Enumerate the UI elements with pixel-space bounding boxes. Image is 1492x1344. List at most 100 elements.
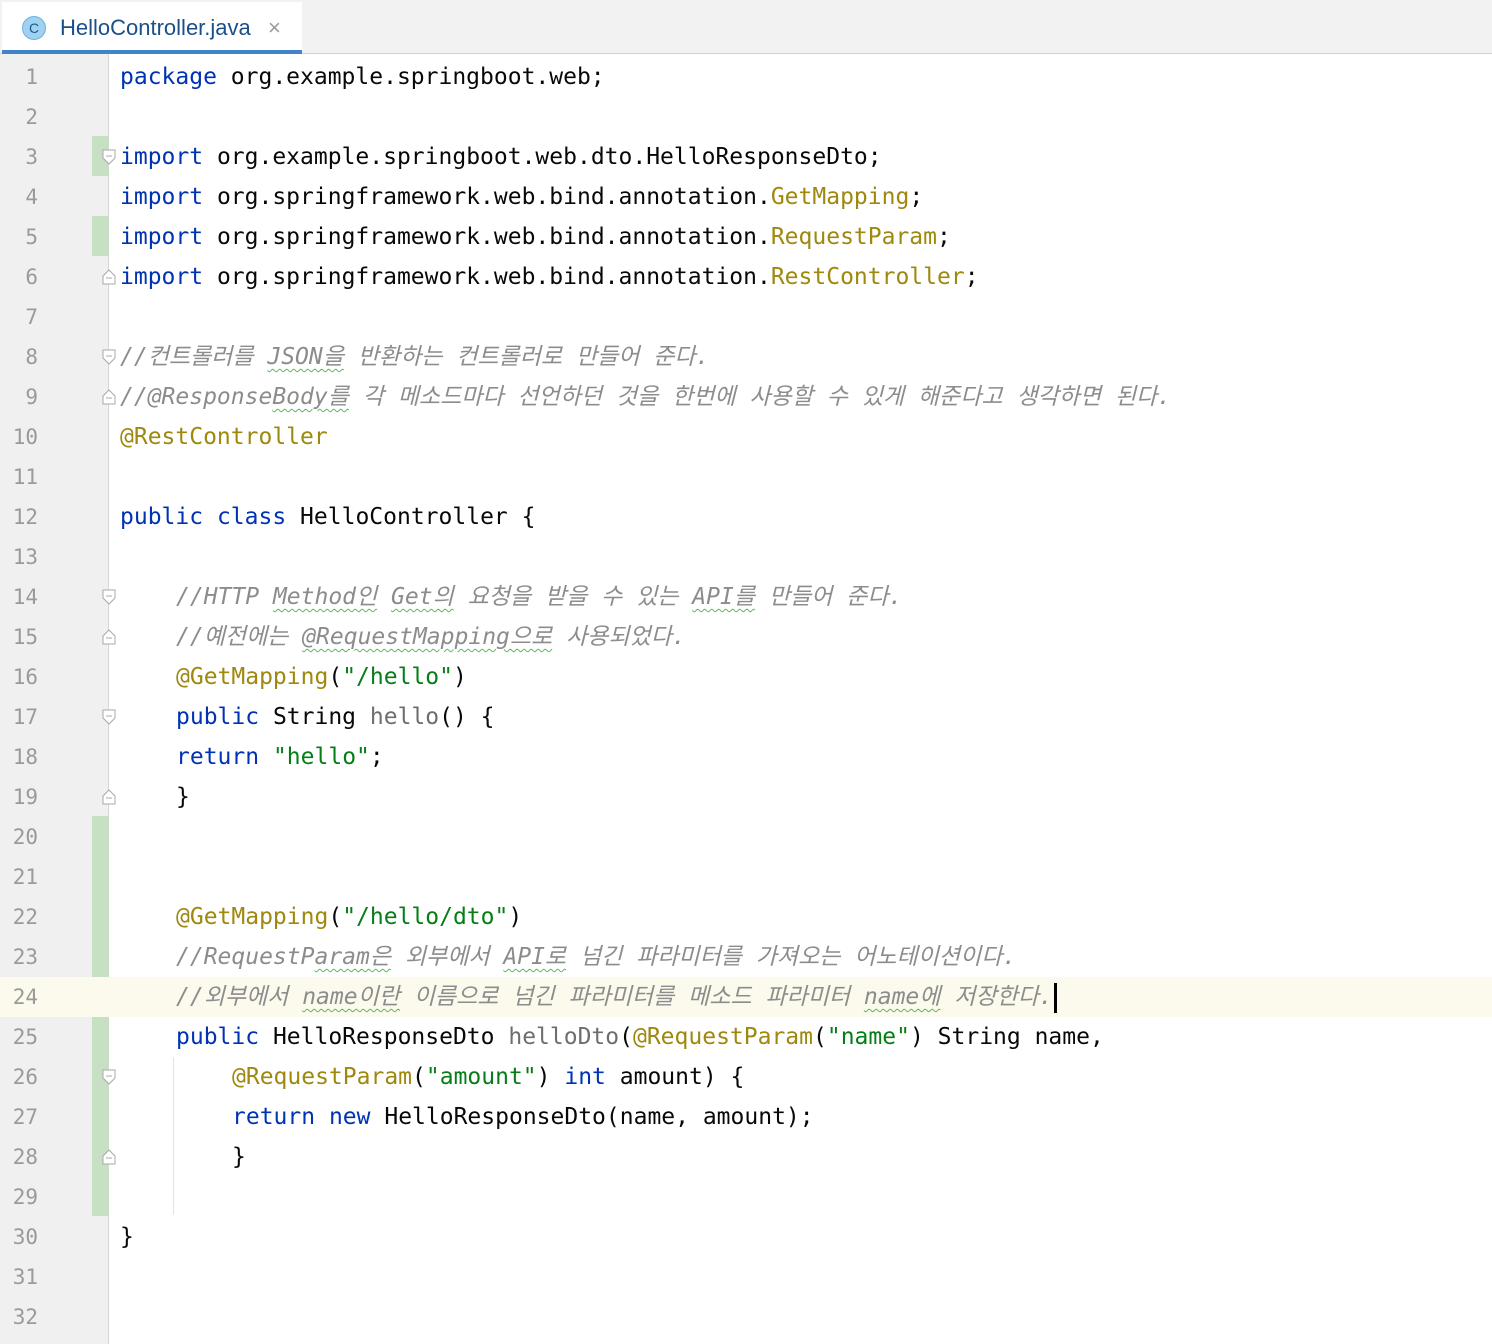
code-token: ): [452, 664, 467, 690]
code-token: }: [176, 784, 190, 810]
string-literal: "/hello": [342, 664, 453, 690]
code-line-31: 31: [0, 1257, 1492, 1297]
code-token: org.example.springboot.web.dto.HelloResp…: [203, 144, 882, 170]
comment-text: 사용되었다.: [552, 624, 686, 650]
line-number: 30: [12, 1225, 38, 1249]
string-literal: "name": [826, 1024, 910, 1050]
code-line-30: 30 }: [0, 1217, 1492, 1257]
tab-hello-controller[interactable]: C HelloController.java ×: [2, 2, 302, 54]
spellcheck-word: aram은: [314, 944, 392, 970]
code-line-20: 20: [0, 817, 1492, 857]
code-token: HelloResponseDto(name, amount);: [370, 1104, 814, 1130]
line-number: 25: [12, 1025, 38, 1049]
keyword: int: [564, 1064, 606, 1090]
comment-text: 저장한다.: [940, 984, 1053, 1010]
line-number: 24: [12, 985, 38, 1009]
code-text: import org.springframework.web.bind.anno…: [120, 177, 923, 217]
spellcheck-word: API를: [692, 584, 755, 610]
code-token: ): [536, 1064, 565, 1090]
comment-text: 반환하는 컨트롤러로 만들어 준다.: [343, 344, 710, 370]
text-caret: [1053, 982, 1057, 1013]
code-text: public HelloResponseDto helloDto(@Reques…: [176, 1017, 1104, 1057]
fold-open-icon[interactable]: [101, 349, 117, 365]
comment-text: //컨트롤러를: [120, 344, 268, 370]
comment-text: //외부에서: [176, 984, 303, 1010]
code-text: import org.example.springboot.web.dto.He…: [120, 137, 882, 177]
code-token: org.springframework.web.bind.annotation.: [203, 224, 771, 250]
line-number: 20: [12, 825, 38, 849]
code-line-29: 29: [0, 1177, 1492, 1217]
spellcheck-word: Method인: [272, 584, 378, 610]
fold-close-icon[interactable]: [101, 389, 117, 405]
code-line-24: 24 //외부에서 name이란 이름으로 넘긴 파라미터를 메소드 파라미터 …: [0, 977, 1492, 1017]
annotation-ref: RestController: [770, 264, 965, 290]
spellcheck-word: name에: [863, 984, 941, 1010]
comment: //@ResponseBody를 각 메소드마다 선언하던 것을 한번에 사용할…: [120, 377, 1171, 417]
fold-close-icon[interactable]: [101, 629, 117, 645]
string-literal: "/hello/dto": [342, 904, 509, 930]
fold-close-icon[interactable]: [101, 789, 117, 805]
annotation: @GetMapping: [176, 664, 329, 690]
code-line-15: 15 //예전에는 @RequestMapping으로 사용되었다.: [0, 617, 1492, 657]
fold-open-icon[interactable]: [101, 149, 117, 165]
keyword: public: [176, 1024, 260, 1050]
code-text: public class HelloController {: [120, 497, 535, 537]
code-text: }: [120, 1217, 134, 1257]
code-text: return new HelloResponseDto(name, amount…: [232, 1097, 814, 1137]
code-line-18: 18 return "hello";: [0, 737, 1492, 777]
fold-open-icon[interactable]: [101, 1069, 117, 1085]
annotation-ref: GetMapping: [770, 184, 910, 210]
code-line-19: 19 }: [0, 777, 1492, 817]
fold-open-icon[interactable]: [101, 709, 117, 725]
code-token: ;: [369, 744, 384, 770]
code-token: (: [619, 1024, 633, 1050]
line-number: 1: [25, 65, 38, 89]
code-text: import org.springframework.web.bind.anno…: [120, 257, 979, 297]
annotation: @RequestParam: [232, 1064, 413, 1090]
fold-close-icon[interactable]: [101, 269, 117, 285]
spellcheck-word: API로: [503, 944, 567, 970]
line-number: 17: [12, 705, 38, 729]
method-name: helloDto: [508, 1024, 620, 1050]
code-line-11: 11: [0, 457, 1492, 497]
string-literal: "hello": [272, 744, 370, 770]
line-number: 9: [25, 385, 38, 409]
tab-title: HelloController.java: [60, 15, 251, 40]
line-number: 7: [25, 305, 38, 329]
line-number: 10: [12, 425, 38, 449]
code-line-16: 16 @GetMapping("/hello"): [0, 657, 1492, 697]
code-token: amount) {: [605, 1064, 745, 1090]
comment: //RequestParam은 외부에서 API로 넘긴 파라미터를 가져오는 …: [176, 937, 1016, 977]
line-number: 11: [12, 465, 38, 489]
annotation: @RestController: [120, 424, 328, 450]
keyword: class: [216, 504, 287, 530]
spellcheck-word: Get의: [391, 584, 454, 610]
fold-close-icon[interactable]: [101, 1149, 117, 1165]
code-line-26: 26 @RequestParam("amount") int amount) {: [0, 1057, 1492, 1097]
code-token: ;: [909, 184, 924, 210]
indent-guide: [173, 1057, 174, 1215]
keyword: import: [120, 264, 204, 290]
comment-text: 넘긴 파라미터를 가져오는 어노테이션이다.: [566, 944, 1017, 970]
close-icon[interactable]: ×: [268, 15, 281, 41]
code-text: @GetMapping("/hello"): [176, 657, 467, 697]
comment-text: //RequestP: [176, 944, 315, 970]
code-token: ): [508, 904, 523, 930]
code-text: package org.example.springboot.web;: [120, 57, 605, 97]
code-line-9: 9 //@ResponseBody를 각 메소드마다 선언하던 것을 한번에 사…: [0, 377, 1492, 417]
code-line-14: 14 //HTTP Method인 Get의 요청을 받을 수 있는 API를 …: [0, 577, 1492, 617]
code-token: }: [120, 1224, 134, 1250]
comment-text: //HTTP: [176, 584, 273, 610]
comment-text: 외부에서: [391, 944, 504, 970]
code-line-7: 7: [0, 297, 1492, 337]
code-token: ;: [937, 224, 951, 250]
comment-text: //@Response: [120, 384, 273, 410]
annotation: @GetMapping: [176, 904, 329, 930]
fold-open-icon[interactable]: [101, 589, 117, 605]
code-line-12: 12 public class HelloController {: [0, 497, 1492, 537]
annotation: @RequestParam: [632, 1024, 813, 1050]
comment: //예전에는 @RequestMapping으로 사용되었다.: [176, 617, 686, 657]
spellcheck-word: @RequestMapping으로: [302, 624, 553, 650]
code-token: String: [259, 704, 370, 730]
